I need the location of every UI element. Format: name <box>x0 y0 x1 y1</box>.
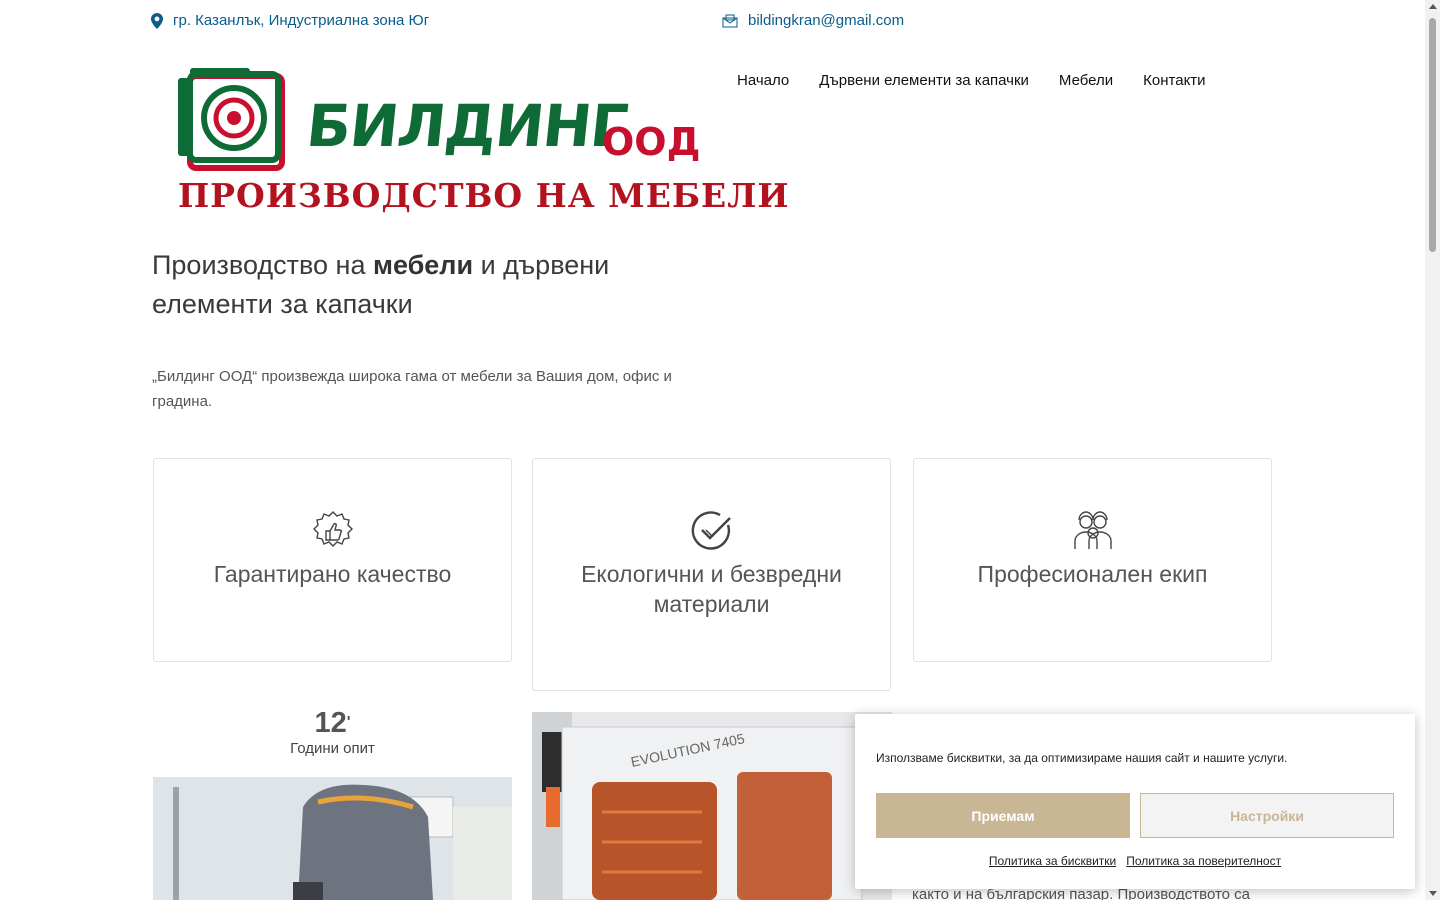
counter-suffix: ' <box>346 714 351 731</box>
feature-card-eco: Екологични и безвредни материали <box>532 458 891 691</box>
main-nav: Начало Дървени елементи за капачки Мебел… <box>737 72 1206 89</box>
feature-card-quality: Гарантирано качество <box>153 458 512 662</box>
email-link[interactable]: bildingkran@gmail.com <box>748 12 904 29</box>
nav-item-furniture[interactable]: Мебели <box>1059 72 1113 89</box>
feature-title: Професионален екип <box>977 561 1208 587</box>
counter-value: 12' <box>153 706 512 740</box>
check-circle-icon <box>691 511 731 550</box>
cookie-policy-links: Политика за бисквитки Политика за повери… <box>855 854 1415 868</box>
hero-description: „Билдинг ООД“ произвежда широка гама от … <box>152 368 672 410</box>
feature-title: Екологични и безвредни материали <box>581 561 842 617</box>
scroll-down-icon[interactable] <box>1429 891 1437 896</box>
cookie-message: Използваме бисквитки, за да оптимизираме… <box>876 751 1288 765</box>
hero-title-part1: Производство на <box>152 250 373 280</box>
accept-cookies-button[interactable]: Приемам <box>876 793 1130 838</box>
nav-item-home[interactable]: Начало <box>737 72 789 89</box>
nav-item-contacts[interactable]: Контакти <box>1143 72 1205 89</box>
logo-tagline: ПРОИЗВОДСТВО НА МЕБЕЛИ <box>178 176 790 215</box>
map-pin-icon <box>151 12 163 29</box>
hero-title: Производство на мебели и дървени елемент… <box>152 246 692 324</box>
feature-title: Гарантирано качество <box>213 561 452 587</box>
counter-label: Години опит <box>290 740 375 757</box>
cookie-settings-button[interactable]: Настройки <box>1140 793 1394 838</box>
envelope-icon <box>722 14 738 28</box>
logo-emblem-icon <box>178 68 285 171</box>
quality-badge-icon <box>312 511 353 547</box>
logo-name: БИЛДИНГ <box>303 92 631 160</box>
page-scrollbar[interactable] <box>1425 0 1440 900</box>
privacy-policy-link[interactable]: Политика за поверителност <box>1126 854 1281 868</box>
address-text: гр. Казанлък, Индустриална зона Юг <box>173 12 430 29</box>
experience-counter: 12' Години опит <box>153 706 512 757</box>
topbar-email[interactable]: bildingkran@gmail.com <box>722 12 904 29</box>
cookie-policy-link[interactable]: Политика за бисквитки <box>989 854 1116 868</box>
hero-title-bold: мебели <box>372 250 474 280</box>
scroll-up-icon[interactable] <box>1429 4 1437 9</box>
scrollbar-thumb[interactable] <box>1429 18 1436 252</box>
feature-card-team: Професионален екип <box>913 458 1272 662</box>
site-logo[interactable]: БИЛДИНГ ООД ПРОИЗВОДСТВО НА МЕБЕЛИ <box>172 62 789 220</box>
logo-suffix: ООД <box>602 120 701 164</box>
counter-number: 12 <box>314 707 347 739</box>
cnc-machine-photo: EVOLUTION 7405 <box>532 712 892 900</box>
nav-item-wooden-elements[interactable]: Дървени елементи за капачки <box>819 72 1029 89</box>
cookie-banner: Използваме бисквитки, за да оптимизираме… <box>855 714 1415 889</box>
topbar-address[interactable]: гр. Казанлък, Индустриална зона Юг <box>151 12 429 29</box>
team-icon <box>1073 511 1112 549</box>
workshop-photo <box>153 777 512 900</box>
